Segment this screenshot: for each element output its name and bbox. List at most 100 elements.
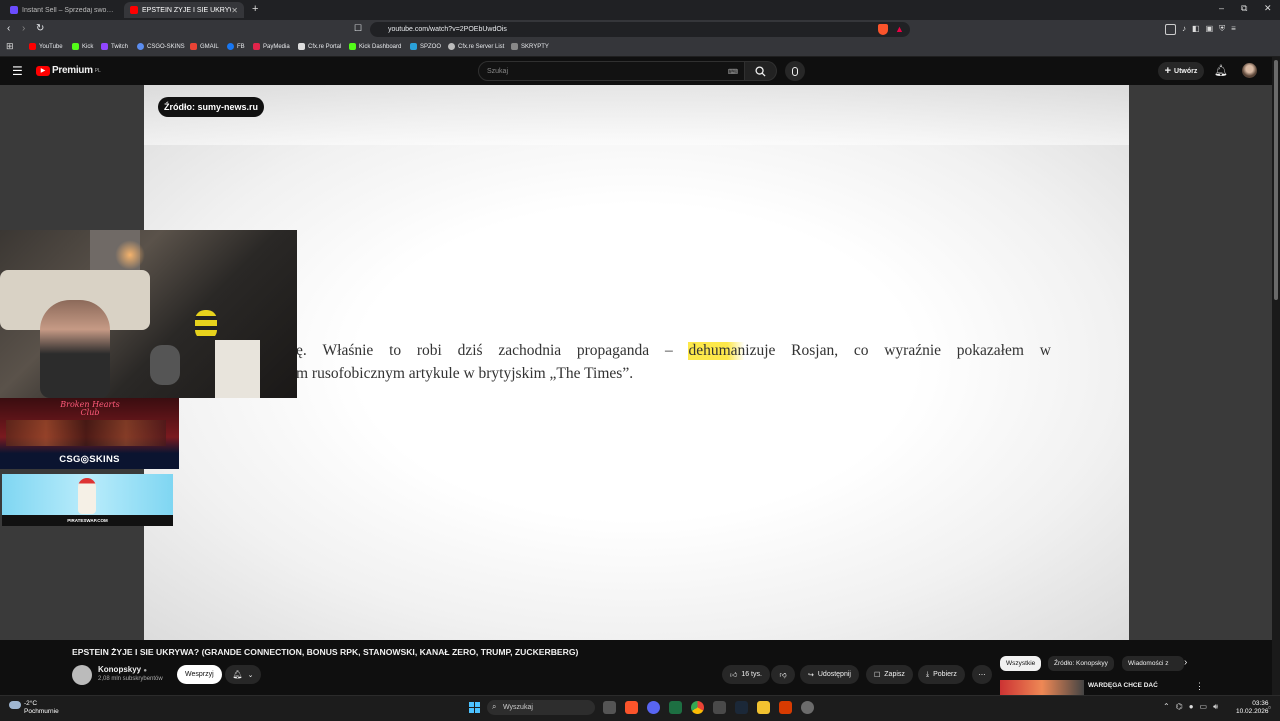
dislike-button[interactable]: 👎︎ <box>771 665 795 684</box>
menu-icon[interactable]: ≡ <box>1231 24 1236 35</box>
file-explorer-icon[interactable] <box>757 701 770 714</box>
bookmark-fb[interactable]: FB <box>227 43 245 50</box>
hamburger-menu-icon[interactable]: ☰ <box>12 64 23 78</box>
video-title: EPSTEIN ŻYJE I SIE UKRYWA? (GRANDE CONNE… <box>72 647 579 657</box>
bookmark-skrypty[interactable]: SKRYPTY <box>511 43 549 50</box>
keyboard-icon[interactable]: ⌨ <box>728 68 738 76</box>
share-button[interactable]: ↪ Udostępnij <box>800 665 859 684</box>
channel-name[interactable]: Konopskyy ● <box>98 665 147 674</box>
download-button[interactable]: ⤓ Pobierz <box>918 665 965 684</box>
chip-all[interactable]: Wszystkie <box>1000 656 1042 671</box>
bookmark-spzoo[interactable]: SPZOO <box>410 43 441 50</box>
notification-center-icon[interactable]: ▫ <box>1268 703 1271 712</box>
sidebar-icon[interactable] <box>1165 24 1176 35</box>
tab-epstein-video[interactable]: EPSTEIN ŻYJE I SIE UKRYWA? (GRA ✕ <box>124 2 244 18</box>
tab-instant-sell[interactable]: Instant Sell – Sprzedaj swoje skiny CS <box>4 2 120 18</box>
twitch-icon <box>101 43 108 50</box>
close-window-button[interactable]: ✕ <box>1264 3 1272 14</box>
chevron-right-icon[interactable]: › <box>1184 657 1187 668</box>
back-icon[interactable]: ‹ <box>7 23 10 34</box>
rewards-icon[interactable]: ▲ <box>895 24 904 34</box>
bell-icon: 🔔︎ <box>232 670 243 679</box>
search-button[interactable] <box>745 61 777 81</box>
bookmark-youtube[interactable]: YouTube <box>29 43 63 50</box>
scrollbar-thumb[interactable] <box>1274 60 1278 300</box>
like-button[interactable]: 👍︎ 16 tys. <box>722 665 770 684</box>
create-button[interactable]: + Utwórz <box>1158 62 1204 80</box>
more-actions-button[interactable]: ⋯ <box>972 665 992 684</box>
bookmark-kick-dashboard[interactable]: Kick Dashboard <box>349 43 401 50</box>
weather-cloud-icon[interactable] <box>9 701 21 709</box>
task-view-icon[interactable] <box>603 701 616 714</box>
article-word: dziś <box>457 342 483 359</box>
pirateswap-ad-overlay: PIRATESWAP.COM <box>2 474 173 526</box>
bookmark-icon[interactable]: ☐ <box>354 23 362 34</box>
new-tab-button[interactable]: + <box>252 3 258 15</box>
settings-gear-icon[interactable] <box>801 701 814 714</box>
notifications-bell-icon[interactable]: 🔔︎ <box>1214 64 1228 77</box>
recommended-title-line1: WARDĘGA CHCE DAĆ <box>1088 682 1158 689</box>
chip-source-konopskyy[interactable]: Źródło: Konopskyy <box>1048 656 1114 671</box>
facebook-icon <box>227 43 234 50</box>
article-word: – <box>664 342 673 359</box>
extensions-icon[interactable]: ◧ <box>1192 24 1200 35</box>
weather-widget[interactable]: -2°C Pochmurnie <box>24 700 59 716</box>
taskbar-search[interactable]: ⌕ Wyszukaj <box>487 700 595 715</box>
bookmark-csgo-skins[interactable]: CSGO-SKINS <box>137 43 185 50</box>
discord-icon[interactable] <box>647 701 660 714</box>
region-label: PL <box>94 67 101 74</box>
support-button[interactable]: Wesprzyj <box>177 665 222 684</box>
speaker-icon[interactable]: 🔊︎ <box>1213 702 1218 712</box>
weather-temp: -2°C <box>24 700 38 707</box>
app-icon[interactable] <box>713 701 726 714</box>
brave-browser-icon[interactable] <box>625 701 638 714</box>
verified-icon: ● <box>143 668 147 674</box>
forward-icon[interactable]: › <box>22 23 25 34</box>
youtube-logo[interactable]: ▶ Premium PL <box>36 65 101 76</box>
bookmark-paymedia[interactable]: PayMedia <box>253 43 290 50</box>
minimize-button[interactable]: – <box>1219 3 1224 13</box>
chip-news[interactable]: Wiadomości z <box>1122 656 1184 671</box>
office-icon[interactable] <box>779 701 792 714</box>
close-tab-icon[interactable]: ✕ <box>231 6 238 15</box>
microphone-icon <box>792 66 798 76</box>
system-clock[interactable]: 03:36 10.02.2026 <box>1236 700 1269 716</box>
music-icon[interactable]: ♪ <box>1182 24 1186 35</box>
folder-icon <box>511 43 518 50</box>
bookmark-kick[interactable]: Kick <box>72 43 93 50</box>
reload-icon[interactable]: ↻ <box>36 23 44 34</box>
bookmark-label: Kick <box>82 43 94 50</box>
address-bar[interactable]: youtube.com/watch?v=2POEbUwdOis <box>370 22 910 37</box>
channel-avatar[interactable] <box>72 665 92 685</box>
article-line-1: ę. Właśnie to robi dziś zachodnia propag… <box>296 342 1051 360</box>
windows-start-icon[interactable] <box>469 702 480 713</box>
bookmark-cfx-portal[interactable]: Cfx.re Portal <box>298 43 341 50</box>
search-input[interactable]: Szukaj ⌨ <box>478 61 745 81</box>
monitor-icon[interactable]: ▭ <box>1200 702 1208 712</box>
network-icon[interactable]: ⌬ <box>1176 702 1183 712</box>
recommended-more-icon[interactable]: ⋮ <box>1195 681 1204 692</box>
bookmark-cfx-server-list[interactable]: Cfx.re Server List <box>448 43 504 50</box>
video-player[interactable]: Źródło: sumy-news.ru ę. Właśnie to robi … <box>0 85 1272 640</box>
wallet-icon[interactable]: ▣ <box>1206 24 1214 35</box>
chevron-up-icon[interactable]: ⌃ <box>1163 702 1170 712</box>
bookmark-twitch[interactable]: Twitch <box>101 43 128 50</box>
account-avatar[interactable] <box>1242 63 1257 78</box>
voice-search-button[interactable] <box>785 61 805 81</box>
article-word: co <box>853 342 869 359</box>
recommended-title[interactable]: WARDĘGA CHCE DAĆ <box>1088 682 1158 689</box>
mic-tray-icon[interactable]: ● <box>1189 702 1194 712</box>
recommended-thumbnail[interactable] <box>1000 680 1084 695</box>
restore-button[interactable]: ⧉ <box>1241 3 1247 14</box>
subscription-bell-button[interactable]: 🔔︎ ⌄ <box>225 665 261 684</box>
source-badge: Źródło: sumy-news.ru <box>158 97 265 117</box>
excel-icon[interactable] <box>669 701 682 714</box>
shield-icon[interactable]: ⛨ <box>1219 24 1225 35</box>
bookmark-gmail[interactable]: GMAIL <box>190 43 219 50</box>
save-button[interactable]: ☐ Zapisz <box>866 665 913 684</box>
steam-icon[interactable] <box>735 701 748 714</box>
apps-grid-icon[interactable]: ⊞ <box>6 41 14 52</box>
article-word: ę. <box>296 342 307 359</box>
chrome-icon[interactable] <box>691 701 704 714</box>
brave-shield-icon[interactable] <box>878 24 888 35</box>
